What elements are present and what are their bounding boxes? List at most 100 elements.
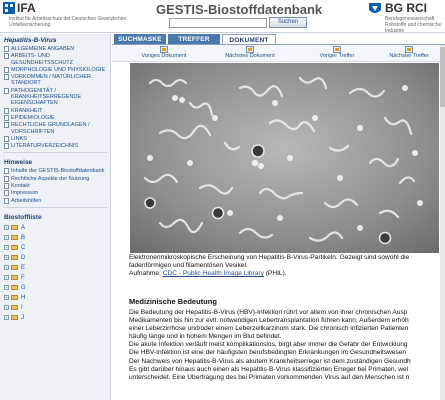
bgrci-logo-name: BG RCI — [385, 1, 427, 15]
hint-item-kontakt[interactable]: Kontakt — [0, 183, 110, 190]
expand-icon[interactable]: + — [4, 255, 9, 261]
sidebar-divider — [3, 206, 107, 208]
list-folder-f[interactable]: + F — [0, 273, 110, 283]
document-icon — [4, 143, 9, 150]
body-line: Es gibt darüber hinaus auch einen als He… — [129, 365, 409, 373]
document-content: Elektronenmikroskopische Erscheinung von… — [112, 63, 445, 400]
ifa-logo[interactable]: IFA Institut für Arbeitsschutz der Deuts… — [3, 1, 126, 28]
folder-icon — [11, 305, 18, 311]
document-icon — [4, 190, 9, 197]
folder-icon — [11, 235, 18, 241]
document-icon — [4, 46, 9, 52]
folder-icon — [11, 225, 18, 231]
document-icon — [4, 74, 9, 81]
body-line: Medikamenten bis hin zur evtl. notwendig… — [129, 317, 409, 325]
next-document-button[interactable]: Nächstes Dokument — [218, 46, 282, 59]
sidebar-item-krankheit[interactable]: KRANKHEIT — [0, 107, 110, 114]
expand-icon[interactable]: + — [4, 285, 9, 291]
expand-icon[interactable]: + — [4, 305, 9, 311]
expand-icon[interactable]: + — [4, 265, 9, 271]
sidebar-item-pathogenitaet[interactable]: PATHOGENITÄT / KRANKHEITSERREGENDE EIGEN… — [0, 87, 110, 107]
hint-item-arbeitshilfen[interactable]: Arbeitshilfen — [0, 197, 110, 204]
hint-item-inhalte[interactable]: Inhalte der GESTIS-Biostoffdatenbank — [0, 168, 110, 175]
previous-hit-button[interactable]: Voriger Treffer — [309, 46, 365, 59]
next-document-icon — [246, 46, 254, 53]
page-title: GESTIS-Biostoffdatenbank — [156, 2, 323, 17]
expand-icon[interactable]: + — [4, 225, 9, 231]
previous-hit-icon — [333, 46, 341, 53]
body-line: Der Nachweis von Hepatitis-B-Virus als a… — [129, 357, 411, 365]
sidebar-item-arbeitsschutz[interactable]: ARBEITS- UND GESUNDHEITSSCHUTZ — [0, 53, 110, 66]
sidebar: Hepatitis-B-Virus ALLGEMEINE ANGABEN ARB… — [0, 34, 111, 400]
document-icon — [4, 175, 9, 182]
list-folder-g[interactable]: + G — [0, 283, 110, 293]
sidebar-item-morphologie[interactable]: MORPHOLOGIE UND PHYSIOLOGIE — [0, 66, 110, 73]
document-icon — [4, 87, 9, 94]
sidebar-item-rechtliche-grundlagen[interactable]: RECHTLICHE GRUNDLAGEN / VORSCHRIFTEN — [0, 122, 110, 135]
document-icon — [4, 53, 9, 60]
body-line: Die Bedeutung der Hepatitis-B-Virus (HBV… — [129, 309, 408, 316]
document-icon — [4, 107, 9, 114]
folder-icon — [11, 295, 18, 301]
next-hit-button[interactable]: Nächster Treffer — [380, 46, 438, 59]
ifa-logo-icon — [3, 2, 15, 14]
hint-item-impressum[interactable]: Impressum — [0, 190, 110, 197]
document-icon — [4, 66, 9, 73]
header: IFA Institut für Arbeitsschutz der Deuts… — [0, 0, 445, 34]
folder-icon — [11, 245, 18, 251]
document-icon — [4, 114, 9, 121]
document-icon — [4, 197, 9, 204]
hints-section: Hinweise Inhalte der GESTIS-Biostoffdate… — [0, 156, 110, 204]
bgrci-logo[interactable]: BG RCI Berufsgenossenschaft Rohstoffe un… — [368, 1, 444, 34]
sidebar-item-literaturverzeichnis[interactable]: LITERATURVERZEICHNIS — [0, 143, 110, 150]
content-scrollbar[interactable] — [440, 45, 445, 400]
image-source-link[interactable]: CDC - Public Health Image Library — [163, 270, 264, 277]
list-folder-h[interactable]: + H — [0, 293, 110, 303]
hint-item-rechtliche-aspekte[interactable]: Rechtliche Aspekte der Nutzung — [0, 175, 110, 182]
folder-icon — [11, 265, 18, 271]
scrollbar-thumb[interactable] — [440, 47, 445, 107]
previous-document-icon — [160, 46, 168, 53]
document-nav-row: Voriges Dokument Nächstes Dokument Vorig… — [112, 45, 445, 62]
expand-icon[interactable]: + — [4, 245, 9, 251]
document-icon — [4, 183, 9, 190]
image-caption: Elektronenmikroskopische Erscheinung von… — [129, 254, 410, 277]
expand-icon[interactable]: + — [4, 275, 9, 281]
list-folder-c[interactable]: + C — [0, 243, 110, 253]
body-line: einer Leberzirrhose und/oder einem Leber… — [129, 325, 409, 333]
sidebar-item-vorkommen[interactable]: VORKOMMEN / NATÜRLICHER STANDORT — [0, 74, 110, 87]
micrograph-graphic — [130, 63, 439, 253]
body-line: häufig lange und in hohem Mengen im Blut… — [129, 333, 282, 341]
hints-title: Hinweise — [4, 159, 33, 167]
biostoff-list-title: Biostoffliste — [4, 213, 42, 221]
sidebar-item-allgemeine-angaben[interactable]: ALLGEMEINE ANGABEN — [0, 46, 110, 52]
sidebar-item-epidemiologie[interactable]: EPIDEMIOLOGIE — [0, 114, 110, 121]
list-folder-b[interactable]: + B — [0, 233, 110, 243]
search-input[interactable] — [169, 18, 267, 28]
section-title-medizinische-bedeutung: Medizinische Bedeutung — [129, 297, 217, 306]
expand-icon[interactable]: + — [4, 315, 9, 321]
document-icon — [4, 122, 9, 129]
folder-icon — [11, 255, 18, 261]
search-button[interactable]: Suchen — [269, 17, 307, 28]
sidebar-item-links[interactable]: LINKS — [0, 135, 110, 142]
previous-document-button[interactable]: Voriges Dokument — [134, 46, 194, 59]
document-icon — [4, 135, 9, 142]
expand-icon[interactable]: + — [4, 235, 9, 241]
section-body: Die Bedeutung der Hepatitis-B-Virus (HBV… — [129, 309, 445, 382]
body-line: unterscheidet. Eine Übertragung des bei … — [129, 373, 410, 381]
list-folder-j[interactable]: + J — [0, 313, 110, 323]
next-hit-icon — [405, 46, 413, 53]
bgrci-logo-subtitle: Berufsgenossenschaft Rohstoffe und chemi… — [385, 16, 442, 34]
list-folder-i[interactable]: + I — [0, 303, 110, 313]
list-folder-d[interactable]: + D — [0, 253, 110, 263]
document-navigation: Hepatitis-B-Virus ALLGEMEINE ANGABEN ARB… — [0, 34, 110, 150]
sidebar-divider — [3, 152, 107, 154]
body-line: Die akute Infektion verläuft meist kompl… — [129, 341, 408, 349]
list-folder-a[interactable]: + A — [0, 223, 110, 233]
body-line: Die HBV-Infektion ist eine der häufigste… — [129, 349, 407, 357]
folder-icon — [11, 285, 18, 291]
electron-micrograph-image — [130, 63, 439, 253]
expand-icon[interactable]: + — [4, 295, 9, 301]
list-folder-e[interactable]: + E — [0, 263, 110, 273]
